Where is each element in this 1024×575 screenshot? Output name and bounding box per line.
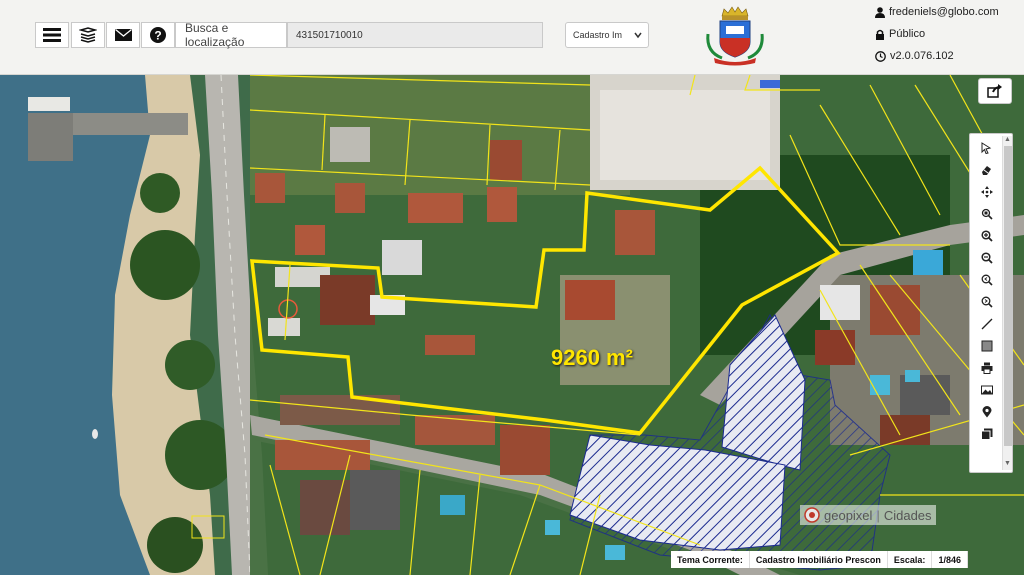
- share-icon: [987, 84, 1002, 98]
- pointer-tool[interactable]: [976, 138, 998, 158]
- zoom-in-icon: [981, 230, 993, 242]
- clock-icon: [875, 50, 886, 62]
- city-crest-logo: [706, 6, 764, 66]
- marker-tool[interactable]: [976, 402, 998, 422]
- stack-icon: [79, 27, 97, 43]
- zoom-box-icon: [981, 208, 993, 220]
- status-bar: Tema Corrente: Cadastro Imobiliário Pres…: [671, 551, 968, 568]
- zoom-prev-icon: [981, 274, 993, 286]
- user-icon: [875, 6, 885, 18]
- envelope-icon: [114, 29, 132, 41]
- geopixel-logo-icon: [804, 507, 820, 523]
- measure-line-tool[interactable]: [976, 314, 998, 334]
- help-button[interactable]: ?: [141, 22, 175, 48]
- layer-select-value: Cadastro Im: [573, 30, 623, 40]
- help-icon: ?: [150, 27, 166, 43]
- menu-icon: [43, 28, 61, 42]
- zoom-box-tool[interactable]: [976, 204, 998, 224]
- map-viewport[interactable]: 9260 m² ▲ ▼ geopixel | Cidades Tema Corr…: [0, 75, 1024, 575]
- marker-icon: [982, 406, 992, 418]
- scale-value: 1/846: [938, 554, 961, 565]
- eraser-tool[interactable]: [976, 160, 998, 180]
- pan-tool[interactable]: [976, 182, 998, 202]
- image-tool[interactable]: [976, 380, 998, 400]
- pointer-icon: [981, 142, 992, 154]
- image-icon: [981, 385, 993, 395]
- lock-icon: [876, 29, 884, 40]
- map-toolbar: ▲ ▼: [969, 133, 1013, 473]
- search-label[interactable]: Busca e localização: [175, 21, 287, 49]
- layers-icon: [981, 428, 993, 440]
- theme-value: Cadastro Imobiliário Prescon: [755, 554, 881, 565]
- aerial-map: [0, 75, 1024, 575]
- zoom-out-tool[interactable]: [976, 248, 998, 268]
- header: ? Busca e localização Cadastro Im freden…: [0, 0, 1024, 75]
- chevron-down-icon: [634, 32, 642, 39]
- scroll-down-icon[interactable]: ▼: [1004, 460, 1011, 467]
- version-row: v2.0.076.102: [875, 50, 954, 62]
- zoom-next-tool[interactable]: [976, 292, 998, 312]
- app-version: v2.0.076.102: [890, 50, 954, 62]
- mail-button[interactable]: [106, 22, 140, 48]
- toolbar-scrollbar[interactable]: ▲ ▼: [1002, 136, 1012, 470]
- user-email: fredeniels@globo.com: [889, 6, 999, 18]
- svg-text:?: ?: [154, 29, 161, 43]
- scroll-up-icon[interactable]: ▲: [1004, 136, 1011, 143]
- zoom-prev-tool[interactable]: [976, 270, 998, 290]
- zoom-out-icon: [981, 252, 993, 264]
- share-button[interactable]: [978, 78, 1012, 104]
- area-label: 9260 m²: [551, 345, 633, 370]
- user-email-row: fredeniels@globo.com: [875, 6, 999, 18]
- print-icon: [981, 362, 993, 374]
- brand-separator: |: [876, 507, 880, 523]
- scroll-thumb[interactable]: [1004, 146, 1012, 446]
- search-input[interactable]: [287, 22, 543, 48]
- zoom-in-tool[interactable]: [976, 226, 998, 246]
- scale-label: Escala:: [893, 554, 926, 565]
- print-tool[interactable]: [976, 358, 998, 378]
- eraser-icon: [982, 166, 991, 175]
- measure-area-tool[interactable]: [976, 336, 998, 356]
- brand-name: geopixel: [824, 507, 873, 523]
- app: ? Busca e localização Cadastro Im freden…: [0, 0, 1024, 575]
- pan-icon: [981, 186, 993, 198]
- theme-label: Tema Corrente:: [677, 554, 743, 565]
- layers-tool[interactable]: [976, 424, 998, 444]
- layers-button[interactable]: [71, 22, 105, 48]
- geopixel-brand: geopixel | Cidades: [800, 505, 936, 525]
- menu-button[interactable]: [35, 22, 69, 48]
- visibility-status: Público: [889, 28, 926, 40]
- measure-line-icon: [981, 318, 993, 330]
- layer-select[interactable]: Cadastro Im: [565, 22, 649, 48]
- zoom-next-icon: [981, 296, 993, 308]
- visibility-row: Público: [875, 28, 925, 40]
- brand-suffix: Cidades: [883, 507, 932, 523]
- measure-area-icon: [981, 340, 993, 352]
